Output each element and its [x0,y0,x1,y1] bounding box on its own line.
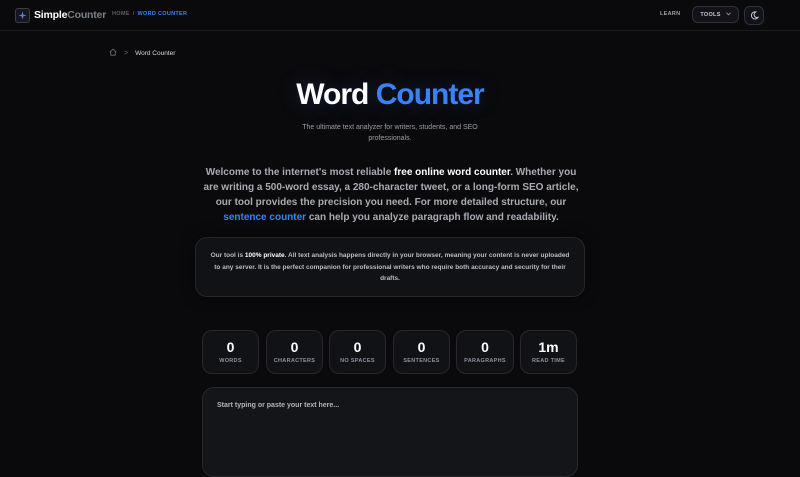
breadcrumb: > Word Counter [109,48,175,58]
stat-sentences: 0 SENTENCES [393,330,450,374]
page-title: Word Counter [0,78,780,112]
intro-text-3: can help you analyze paragraph flow and … [306,212,559,223]
chevron-down-icon [725,11,731,18]
stat-value: 0 [417,339,426,355]
privacy-strong: 100% private [244,252,285,259]
intro-paragraph: Welcome to the internet's most reliable … [198,165,584,225]
brand-secondary: Counter [67,9,107,21]
stat-label: READ TIME [532,358,565,364]
stat-value: 0 [481,339,489,355]
stat-label: PARAGRAPHS [464,358,506,364]
breadcrumb-separator: / [132,11,135,17]
stat-label: CHARACTERS [273,358,316,364]
breadcrumb-home-link[interactable]: HOME [112,11,130,17]
breadcrumb-current[interactable]: WORD COUNTER [138,11,188,17]
top-navigation-bar: SimpleCounter HOME / WORD COUNTER LEARN TO… [0,0,800,31]
title-word: Word [296,78,369,111]
nav-learn-link[interactable]: LEARN [660,11,680,17]
breadcrumb-current-page: Word Counter [135,49,176,57]
text-input[interactable] [215,400,569,464]
moon-icon [750,7,759,25]
title-counter: Counter [375,78,485,111]
sparkle-icon[interactable] [15,8,30,23]
stat-read-time: 1m READ TIME [520,330,577,374]
privacy-text-1: Our tool is [210,252,245,259]
intro-strong: free online word counter [394,167,511,178]
top-breadcrumb: HOME / WORD COUNTER [112,11,187,17]
stat-label: WORDS [219,358,242,364]
privacy-notice-card: Our tool is 100% private. All text analy… [195,237,585,297]
stat-paragraphs: 0 PARAGRAPHS [456,330,514,374]
stat-label: SENTENCES [403,358,440,364]
brand-primary: Simple [34,9,68,21]
home-icon[interactable] [109,48,117,58]
tools-dropdown-button[interactable]: TOOLS [692,6,739,23]
breadcrumb-separator: > [124,49,129,57]
stat-label: NO SPACES [340,358,375,364]
intro-text-1: Welcome to the internet's most reliable [205,167,395,178]
brand-logo[interactable]: SimpleCounter [34,9,106,21]
page-subtitle: The ultimate text analyzer for writers, … [302,124,478,142]
stat-characters: 0 CHARACTERS [266,330,323,374]
stat-value: 0 [353,339,362,355]
stat-value: 0 [290,339,299,355]
sentence-counter-link[interactable]: sentence counter [223,212,306,223]
tools-label: TOOLS [700,11,721,18]
theme-toggle-button[interactable] [744,6,764,25]
stat-words: 0 WORDS [202,330,259,374]
stat-value: 1m [538,339,559,355]
stat-no-spaces: 0 NO SPACES [329,330,386,374]
stat-value: 0 [226,339,235,355]
